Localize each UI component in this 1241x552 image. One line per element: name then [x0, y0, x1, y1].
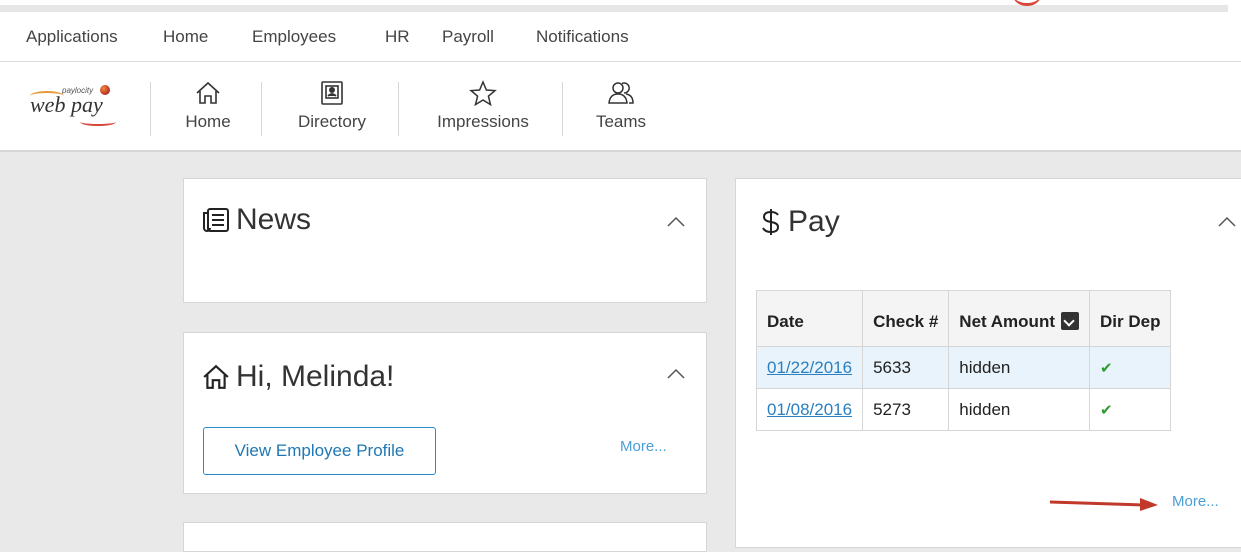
- people-icon: [608, 82, 634, 104]
- toolbar-impressions[interactable]: Impressions: [428, 80, 538, 132]
- view-employee-profile-button[interactable]: View Employee Profile: [203, 427, 436, 475]
- menu-item-home[interactable]: Home: [163, 27, 208, 47]
- top-strip: [0, 0, 1241, 12]
- newspaper-icon: [203, 208, 229, 232]
- greeting-title-text: Hi, Melinda!: [236, 360, 395, 393]
- cell-net-amount: hidden: [948, 388, 1090, 431]
- toolbar-home[interactable]: Home: [182, 80, 234, 132]
- table-row[interactable]: 01/08/2016 5273 hidden ✔: [755, 388, 1172, 431]
- column-header-date[interactable]: Date: [755, 290, 864, 347]
- toolbar-divider: [398, 82, 399, 136]
- column-header-dir-dep[interactable]: Dir Dep: [1088, 290, 1172, 347]
- pay-history-table: Date Check # Net Amount Dir Dep 01/22/20…: [755, 290, 1172, 431]
- toolbar-impressions-label: Impressions: [437, 112, 529, 131]
- date-link[interactable]: 01/22/2016: [767, 358, 852, 377]
- pay-title: Pay: [760, 205, 840, 239]
- sort-dropdown-icon[interactable]: [1061, 312, 1079, 330]
- greeting-more-link[interactable]: More...: [620, 438, 667, 455]
- cell-net-amount: hidden: [948, 346, 1090, 389]
- news-title: News: [202, 203, 311, 237]
- table-header-row: Date Check # Net Amount Dir Dep: [755, 290, 1172, 347]
- logo-underline: [80, 118, 116, 126]
- column-header-net-amount-label: Net Amount: [959, 312, 1055, 331]
- toolbar-divider: [261, 82, 262, 136]
- cell-dir-dep: ✔: [1088, 388, 1172, 431]
- next-card: [183, 522, 707, 552]
- webpay-logo[interactable]: paylocity web pay: [30, 84, 130, 130]
- top-band: [0, 5, 1228, 12]
- home-icon: [196, 81, 220, 104]
- toolbar-teams[interactable]: Teams: [590, 80, 652, 132]
- cell-check: 5273: [862, 388, 950, 431]
- news-card: News: [183, 178, 707, 303]
- toolbar-teams-label: Teams: [595, 112, 647, 131]
- date-link[interactable]: 01/08/2016: [767, 400, 852, 419]
- toolbar-divider: [150, 82, 151, 136]
- toolbar-divider: [562, 82, 563, 136]
- toolbar: paylocity web pay Home Directory Impress…: [0, 62, 1241, 152]
- cell-date: 01/22/2016: [755, 346, 864, 389]
- home-icon: [203, 364, 229, 389]
- menu-item-employees[interactable]: Employees: [252, 27, 336, 47]
- table-row[interactable]: 01/22/2016 5633 hidden ✔: [755, 346, 1172, 389]
- contact-card-icon: [321, 81, 343, 105]
- greeting-card: Hi, Melinda! View Employee Profile More.…: [183, 332, 707, 494]
- dollar-icon: [762, 209, 780, 235]
- main-menu: Applications Home Employees HR Payroll N…: [0, 12, 1241, 62]
- news-title-text: News: [236, 203, 312, 236]
- greeting-title: Hi, Melinda!: [202, 360, 394, 394]
- toolbar-home-label: Home: [185, 112, 231, 131]
- collapse-chevron-icon[interactable]: [666, 368, 686, 380]
- logo-brand: web pay: [30, 92, 103, 117]
- menu-item-applications[interactable]: Applications: [26, 27, 118, 47]
- pay-more-link[interactable]: More...: [1172, 493, 1219, 510]
- checkmark-icon: ✔: [1100, 401, 1113, 419]
- star-icon: [469, 80, 497, 106]
- cell-date: 01/08/2016: [755, 388, 864, 431]
- menu-item-payroll[interactable]: Payroll: [442, 27, 494, 47]
- toolbar-directory[interactable]: Directory: [290, 80, 374, 132]
- pay-card: Pay Date Check # Net Amount Dir Dep 01/2…: [735, 178, 1241, 548]
- column-header-net-amount[interactable]: Net Amount: [948, 290, 1090, 347]
- collapse-chevron-icon[interactable]: [1217, 216, 1237, 228]
- checkmark-icon: ✔: [1100, 359, 1113, 377]
- red-arrow-annotation: [1049, 498, 1158, 511]
- column-header-check[interactable]: Check #: [862, 290, 950, 347]
- cell-check: 5633: [862, 346, 950, 389]
- collapse-chevron-icon[interactable]: [666, 216, 686, 228]
- toolbar-directory-label: Directory: [297, 112, 366, 131]
- cell-dir-dep: ✔: [1088, 346, 1172, 389]
- menu-item-hr[interactable]: HR: [385, 27, 410, 47]
- menu-item-notifications[interactable]: Notifications: [536, 27, 629, 47]
- pay-title-text: Pay: [788, 205, 840, 238]
